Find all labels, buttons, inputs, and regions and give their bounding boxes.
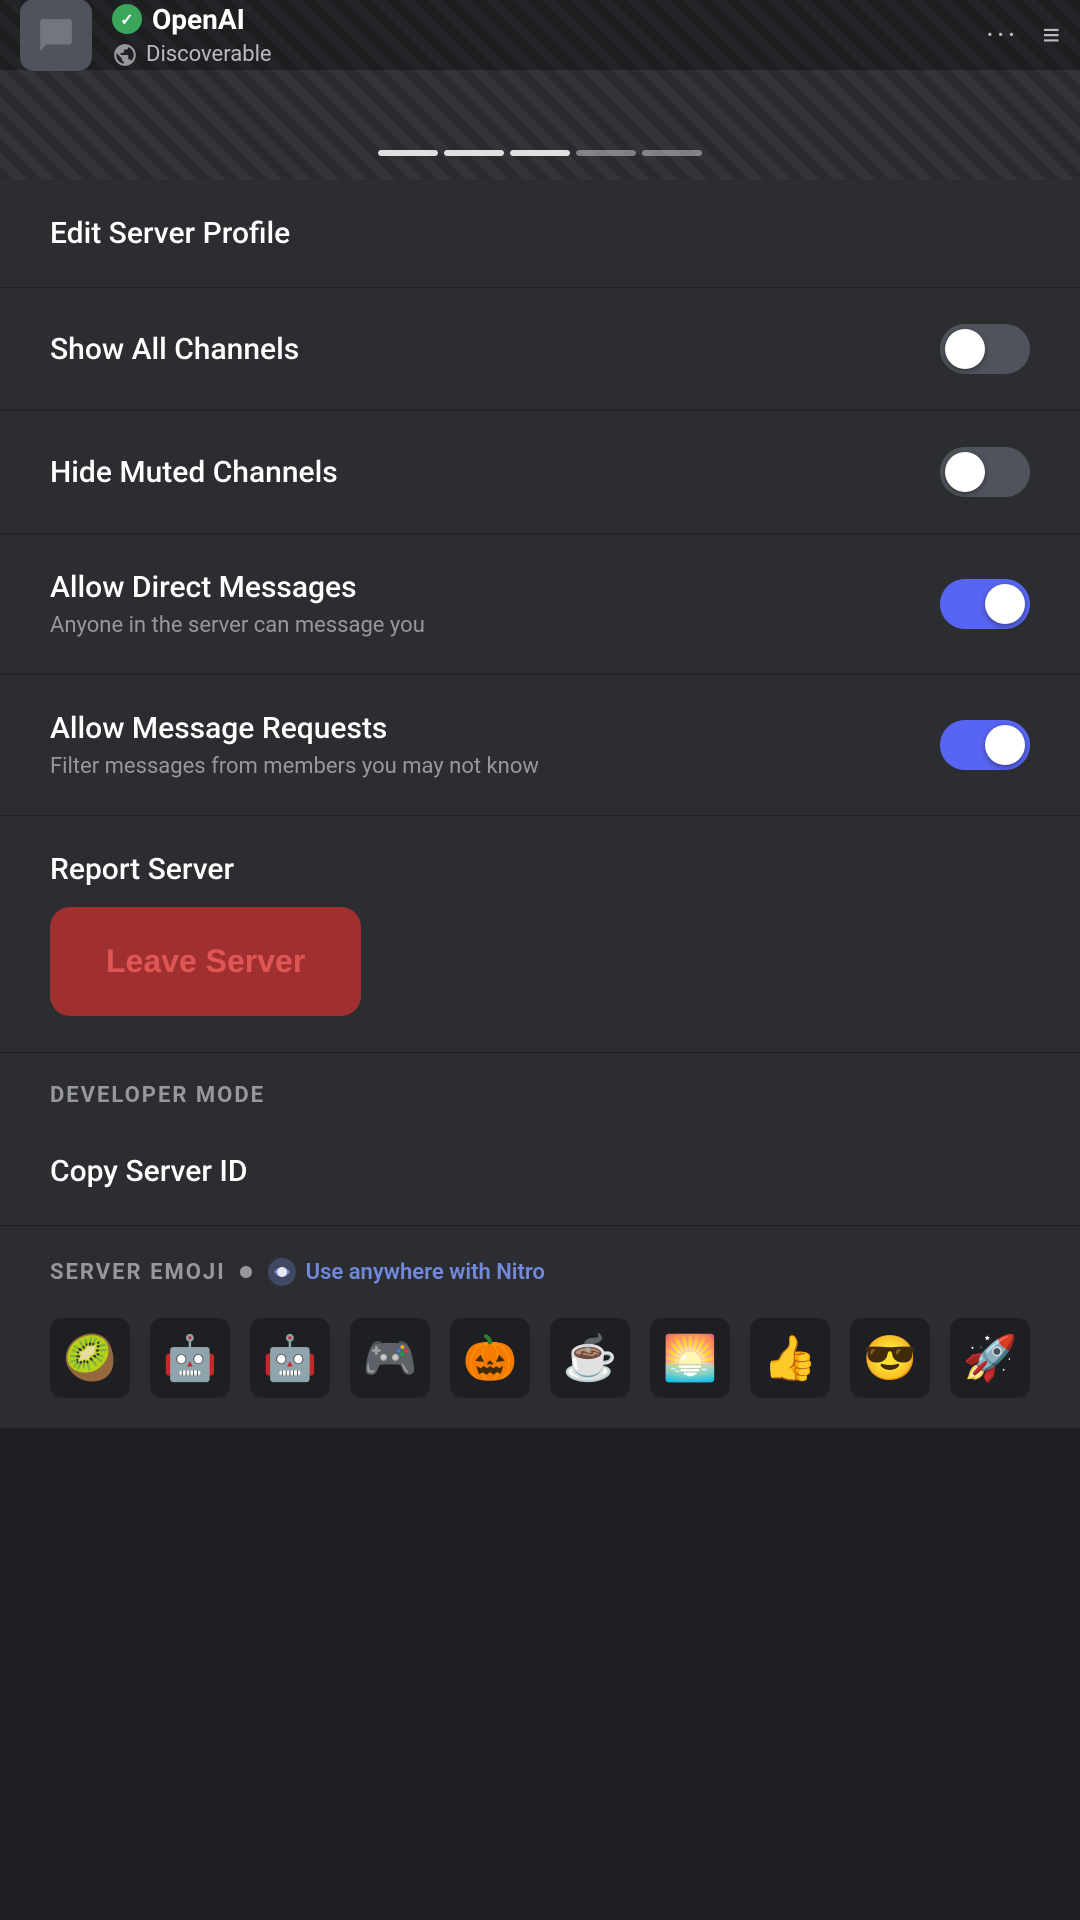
progress-dot-1: [378, 150, 438, 156]
emoji-grid: 🥝 🤖 🤖 🎮 🎃 ☕ 🌅 👍 😎 🚀: [0, 1298, 1080, 1428]
allow-msg-req-text-block: Allow Message Requests Filter messages f…: [50, 711, 539, 779]
toggle-knob-3: [985, 584, 1025, 624]
allow-direct-messages-section: Allow Direct Messages Anyone in the serv…: [0, 534, 1080, 675]
edit-server-profile-row[interactable]: Edit Server Profile: [50, 216, 1030, 251]
show-all-channels-section: Show All Channels: [0, 288, 1080, 411]
allow-message-requests-section: Allow Message Requests Filter messages f…: [0, 675, 1080, 816]
allow-direct-messages-label: Allow Direct Messages: [50, 570, 425, 605]
show-all-channels-row: Show All Channels: [50, 324, 1030, 374]
emoji-item-8: 👍: [750, 1318, 830, 1398]
show-all-channels-label: Show All Channels: [50, 332, 299, 367]
emoji-item-1: 🥝: [50, 1318, 130, 1398]
discoverable-label: Discoverable: [146, 42, 272, 67]
emoji-item-6: ☕: [550, 1318, 630, 1398]
more-options-button[interactable]: ···: [986, 18, 1019, 53]
server-name-row: ✓ OpenAI: [112, 3, 986, 36]
hide-muted-channels-label: Hide Muted Channels: [50, 455, 338, 490]
toggle-knob-2: [945, 452, 985, 492]
report-server-label[interactable]: Report Server: [50, 852, 1030, 887]
server-header: ✓ OpenAI Discoverable ··· ≡: [0, 0, 1080, 180]
developer-mode-header: DEVELOPER MODE: [0, 1053, 1080, 1118]
allow-direct-messages-subtitle: Anyone in the server can message you: [50, 613, 425, 638]
progress-dot-3: [510, 150, 570, 156]
progress-dot-2: [444, 150, 504, 156]
emoji-item-10: 🚀: [950, 1318, 1030, 1398]
hide-muted-channels-row: Hide Muted Channels: [50, 447, 1030, 497]
allow-direct-messages-toggle[interactable]: [940, 579, 1030, 629]
emoji-item-5: 🎃: [450, 1318, 530, 1398]
nitro-dot: [240, 1266, 252, 1278]
hamburger-button[interactable]: ≡: [1042, 18, 1060, 53]
globe-icon: [112, 42, 138, 68]
emoji-item-4: 🎮: [350, 1318, 430, 1398]
leave-server-label: Leave Server: [106, 943, 305, 979]
allow-message-requests-toggle[interactable]: [940, 720, 1030, 770]
avatar: [20, 0, 92, 71]
allow-message-requests-subtitle: Filter messages from members you may not…: [50, 754, 539, 779]
settings-content: Edit Server Profile Show All Channels Hi…: [0, 180, 1080, 1428]
server-emoji-label: SERVER EMOJI: [50, 1260, 226, 1285]
allow-message-requests-label: Allow Message Requests: [50, 711, 539, 746]
report-leave-section: Report Server Leave Server: [0, 816, 1080, 1053]
toggle-knob-4: [985, 725, 1025, 765]
emoji-item-3: 🤖: [250, 1318, 330, 1398]
server-info: ✓ OpenAI Discoverable: [112, 3, 986, 68]
edit-server-profile-section[interactable]: Edit Server Profile: [0, 180, 1080, 288]
discoverable-tag: Discoverable: [112, 42, 986, 68]
nitro-link-text: Use anywhere with Nitro: [306, 1260, 545, 1285]
emoji-item-7: 🌅: [650, 1318, 730, 1398]
emoji-item-2: 🤖: [150, 1318, 230, 1398]
show-all-channels-toggle[interactable]: [940, 324, 1030, 374]
header-overlay: ✓ OpenAI Discoverable ··· ≡: [0, 0, 1080, 70]
progress-dot-4: [576, 150, 636, 156]
copy-server-id-section[interactable]: Copy Server ID: [0, 1118, 1080, 1226]
toggle-knob: [945, 329, 985, 369]
server-name: OpenAI: [152, 3, 245, 36]
verified-badge: ✓: [112, 4, 142, 34]
allow-message-requests-row: Allow Message Requests Filter messages f…: [50, 711, 1030, 779]
nitro-link[interactable]: Use anywhere with Nitro: [266, 1256, 545, 1288]
emoji-item-9: 😎: [850, 1318, 930, 1398]
nitro-icon: [266, 1256, 298, 1288]
hide-muted-channels-toggle[interactable]: [940, 447, 1030, 497]
edit-server-profile-label: Edit Server Profile: [50, 216, 290, 251]
hide-muted-channels-section: Hide Muted Channels: [0, 411, 1080, 534]
progress-bar: [378, 150, 702, 156]
allow-direct-messages-row: Allow Direct Messages Anyone in the serv…: [50, 570, 1030, 638]
copy-server-id-label: Copy Server ID: [50, 1154, 247, 1189]
progress-dot-5: [642, 150, 702, 156]
leave-server-button[interactable]: Leave Server: [50, 907, 361, 1016]
server-emoji-header: SERVER EMOJI Use anywhere with Nitro: [0, 1226, 1080, 1298]
chat-icon: [37, 16, 75, 54]
allow-dm-text-block: Allow Direct Messages Anyone in the serv…: [50, 570, 425, 638]
